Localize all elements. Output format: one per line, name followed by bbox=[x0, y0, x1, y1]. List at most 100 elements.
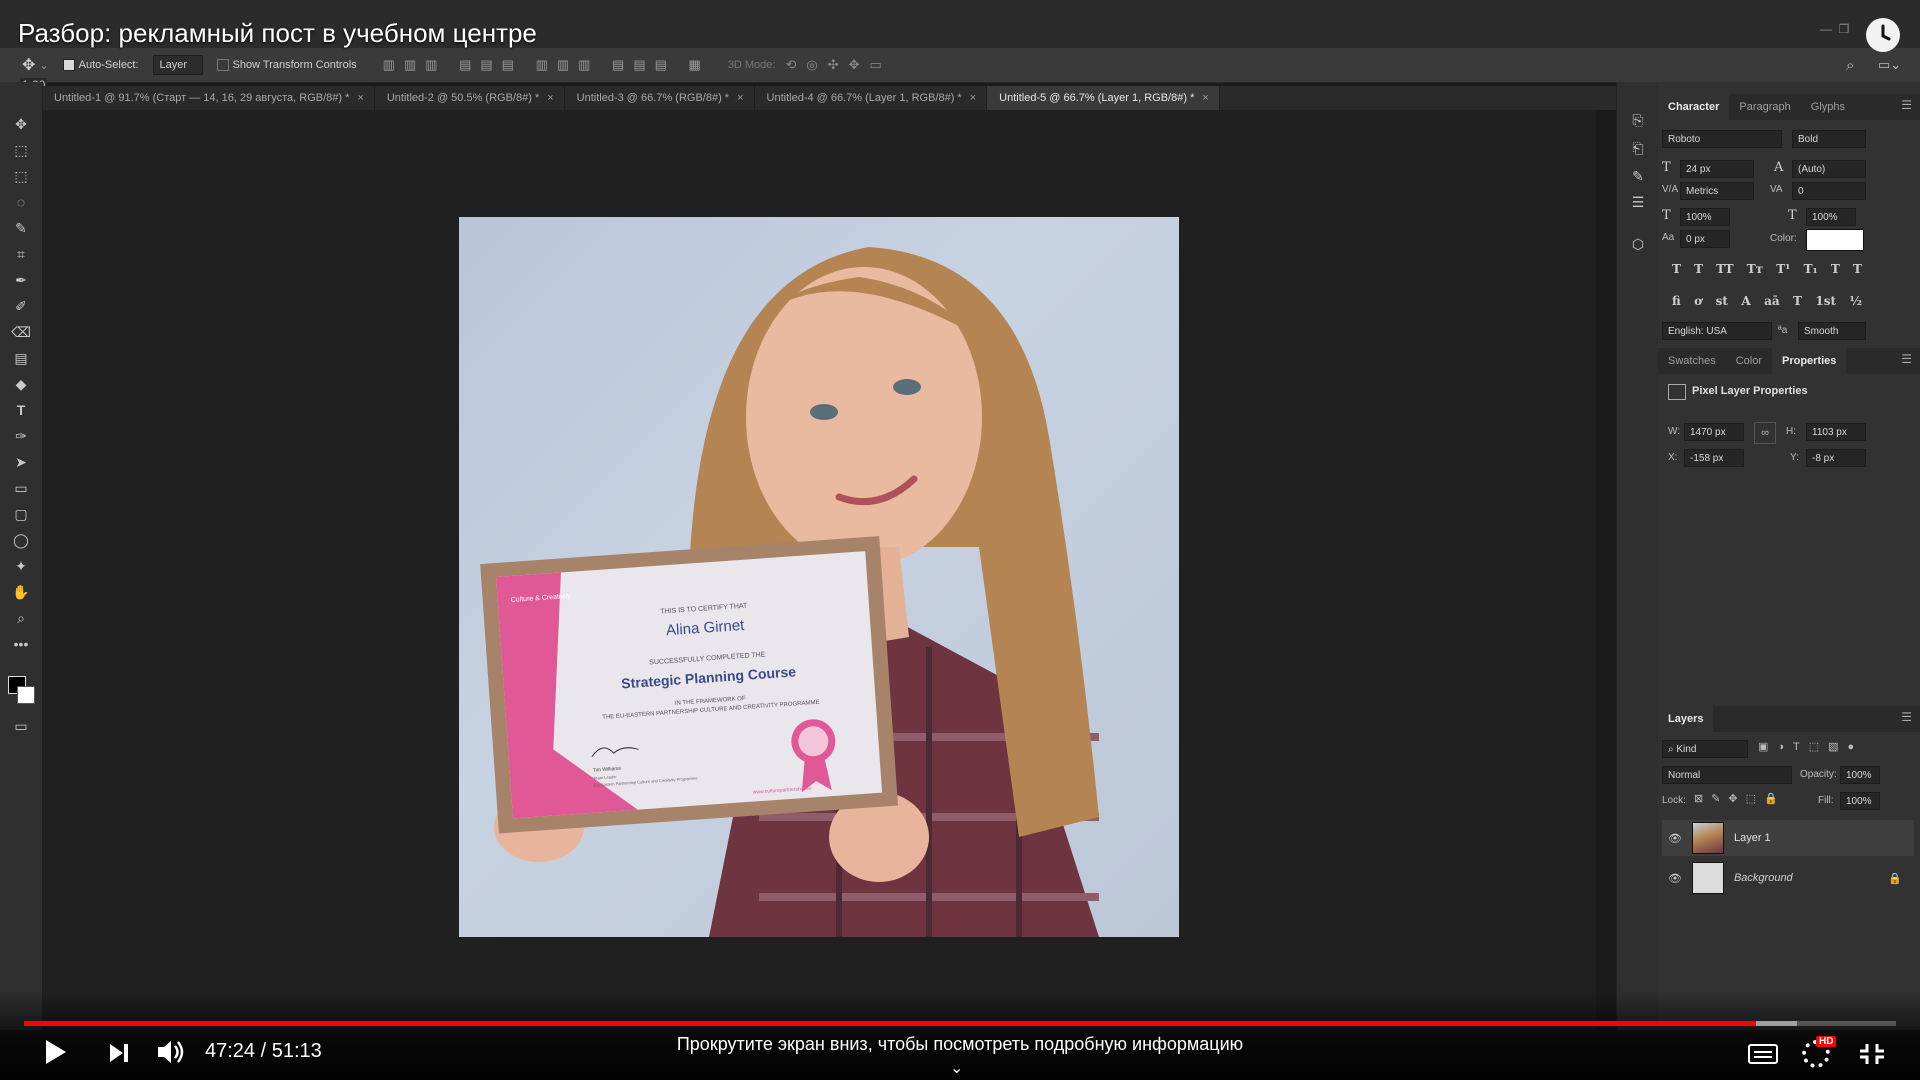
document-tab[interactable]: Untitled-3 @ 66.7% (RGB/8#) * × bbox=[565, 86, 755, 110]
tab-paragraph[interactable]: Paragraph bbox=[1729, 94, 1800, 120]
font-family-dropdown[interactable]: Roboto bbox=[1662, 130, 1782, 148]
gradient-tool-icon[interactable]: ▤ bbox=[9, 346, 33, 370]
opentype-button[interactable]: st bbox=[1716, 294, 1728, 308]
panel-menu-icon[interactable]: ☰ bbox=[1901, 710, 1912, 724]
width-field[interactable]: 1470 px bbox=[1684, 423, 1744, 441]
3d-mode-icons[interactable]: ⟲◎✣✥▭ bbox=[785, 57, 891, 73]
auto-select-dropdown[interactable]: Layer bbox=[152, 55, 203, 75]
move-tool-icon[interactable]: ✥ bbox=[9, 112, 33, 136]
rectangle-tool-icon[interactable]: ▭ bbox=[9, 476, 33, 500]
language-dropdown[interactable]: English: USA bbox=[1662, 322, 1772, 340]
type-style-button[interactable]: Tт bbox=[1747, 262, 1763, 276]
opentype-button[interactable]: ½ bbox=[1849, 294, 1862, 308]
text-color-swatch[interactable] bbox=[1806, 229, 1864, 251]
zoom-tool-icon[interactable]: ⌕ bbox=[9, 606, 33, 630]
eye-icon[interactable]: 👁 bbox=[1668, 872, 1682, 885]
type-style-button[interactable]: TT bbox=[1716, 262, 1733, 276]
align-buttons[interactable]: ▥▥▥ ▤▤▤ ▥▥▥ ▤▤▤ ▦ bbox=[383, 57, 710, 73]
close-icon[interactable]: × bbox=[737, 92, 743, 104]
watch-later-icon[interactable] bbox=[1866, 18, 1900, 52]
lock-icons[interactable]: ⊠✎✥⬚🔒 bbox=[1694, 792, 1786, 805]
window-controls[interactable]: — ❐ bbox=[1820, 22, 1849, 36]
background-color-swatch[interactable] bbox=[17, 686, 35, 704]
type-tool-icon[interactable]: T bbox=[9, 398, 33, 422]
eraser-tool-icon[interactable]: ⌫ bbox=[9, 320, 33, 344]
ellipse-tool-icon[interactable]: ◯ bbox=[9, 528, 33, 552]
tab-properties[interactable]: Properties bbox=[1772, 348, 1847, 374]
close-icon[interactable]: × bbox=[547, 92, 553, 104]
type-style-button[interactable]: T bbox=[1672, 262, 1681, 276]
paint-bucket-tool-icon[interactable]: ◆ bbox=[9, 372, 33, 396]
tracking-field[interactable]: 0 bbox=[1792, 182, 1866, 200]
auto-select-checkbox[interactable] bbox=[62, 59, 75, 71]
document-tab[interactable]: Untitled-5 @ 66.7% (Layer 1, RGB/8#) * × bbox=[987, 86, 1220, 110]
subtitles-icon[interactable] bbox=[1748, 1044, 1778, 1064]
fill-field[interactable]: 100% bbox=[1840, 792, 1880, 810]
screen-mode-icon[interactable]: ▭ bbox=[9, 714, 33, 738]
y-field[interactable]: -8 px bbox=[1806, 449, 1866, 467]
chevron-down-icon[interactable]: ⌄ bbox=[950, 1058, 963, 1078]
opentype-button[interactable]: ơ bbox=[1694, 294, 1702, 308]
type-style-button[interactable]: T bbox=[1694, 262, 1703, 276]
horizontal-scale-field[interactable]: 100% bbox=[1806, 208, 1856, 226]
close-icon[interactable]: × bbox=[357, 92, 363, 104]
lasso-tool-icon[interactable]: ◌ bbox=[9, 190, 33, 214]
type-style-button[interactable]: T¹ bbox=[1776, 262, 1790, 276]
path-select-tool-icon[interactable]: ➤ bbox=[9, 450, 33, 474]
tab-character[interactable]: Character bbox=[1658, 94, 1730, 120]
eyedropper-tool-icon[interactable]: ✒ bbox=[9, 268, 33, 292]
brush-panel-icon[interactable]: ✎ bbox=[1626, 164, 1650, 188]
opentype-button[interactable]: T bbox=[1793, 294, 1802, 308]
properties-panel-icon[interactable]: ⎗ bbox=[1626, 136, 1650, 160]
panel-menu-icon[interactable]: ☰ bbox=[1901, 352, 1912, 366]
opentype-button[interactable]: aā bbox=[1764, 294, 1780, 308]
document-tab[interactable]: Untitled-4 @ 66.7% (Layer 1, RGB/8#) * × bbox=[755, 86, 988, 110]
layer-row-background[interactable]: 👁 Background 🔒 bbox=[1662, 860, 1914, 896]
search-icon[interactable]: ⌕ bbox=[1846, 57, 1854, 74]
panel-menu-icon[interactable]: ☰ bbox=[1901, 98, 1912, 112]
font-size-field[interactable]: 24 px bbox=[1680, 160, 1754, 178]
close-icon[interactable]: × bbox=[970, 92, 976, 104]
kerning-field[interactable]: Metrics bbox=[1680, 182, 1754, 200]
pen-tool-icon[interactable]: ✑ bbox=[9, 424, 33, 448]
adjustments-panel-icon[interactable]: ☰ bbox=[1626, 190, 1650, 214]
tab-glyphs[interactable]: Glyphs bbox=[1801, 94, 1855, 120]
font-style-dropdown[interactable]: Bold bbox=[1792, 130, 1866, 148]
rounded-rect-tool-icon[interactable]: ▢ bbox=[9, 502, 33, 526]
custom-shape-tool-icon[interactable]: ✦ bbox=[9, 554, 33, 578]
history-panel-icon[interactable]: ⎘ bbox=[1626, 108, 1650, 132]
type-style-button[interactable]: T bbox=[1831, 262, 1840, 276]
opacity-field[interactable]: 100% bbox=[1840, 766, 1880, 784]
antialias-dropdown[interactable]: Smooth bbox=[1798, 322, 1866, 340]
photo-layer[interactable]: THIS IS TO CERTIFY THAT Alina Girnet SUC… bbox=[459, 217, 1179, 937]
baseline-shift-field[interactable]: 0 px bbox=[1680, 230, 1730, 248]
3d-panel-icon[interactable]: ⬡ bbox=[1626, 232, 1650, 256]
tab-layers[interactable]: Layers bbox=[1658, 706, 1714, 732]
tab-swatches[interactable]: Swatches bbox=[1658, 348, 1726, 374]
more-tools-icon[interactable]: ••• bbox=[9, 632, 33, 656]
show-transform-checkbox[interactable] bbox=[216, 59, 229, 71]
quick-select-tool-icon[interactable]: ✎ bbox=[9, 216, 33, 240]
close-icon[interactable]: × bbox=[1202, 92, 1208, 104]
marquee-tool-icon[interactable]: ⬚ bbox=[9, 164, 33, 188]
x-field[interactable]: -158 px bbox=[1684, 449, 1744, 467]
crop-tool-icon[interactable]: ⌗ bbox=[9, 242, 33, 266]
link-icon[interactable]: ∞ bbox=[1754, 422, 1776, 444]
document-tab[interactable]: Untitled-2 @ 50.5% (RGB/8#) * × bbox=[375, 86, 565, 110]
type-style-button[interactable]: T₁ bbox=[1804, 262, 1818, 276]
exit-fullscreen-icon[interactable] bbox=[1858, 1042, 1886, 1071]
workspace-icon[interactable]: ▭⌄ bbox=[1878, 57, 1901, 73]
opentype-button[interactable]: 1st bbox=[1815, 294, 1836, 308]
hand-tool-icon[interactable]: ✋ bbox=[9, 580, 33, 604]
brush-tool-icon[interactable]: ✐ bbox=[9, 294, 33, 318]
move-tool-icon[interactable]: ✥ bbox=[22, 55, 35, 75]
type-style-button[interactable]: T bbox=[1853, 262, 1862, 276]
vertical-scale-field[interactable]: 100% bbox=[1680, 208, 1730, 226]
video-title[interactable]: Разбор: рекламный пост в учебном центре bbox=[18, 18, 537, 49]
layer-filter-icons[interactable]: ▣◑T⬚▧● bbox=[1758, 740, 1863, 753]
opentype-button[interactable]: A bbox=[1741, 294, 1750, 308]
tab-color[interactable]: Color bbox=[1726, 348, 1772, 374]
leading-field[interactable]: (Auto) bbox=[1792, 160, 1866, 178]
document-tab[interactable]: Untitled-1 @ 91.7% (Старт — 14, 16, 29 а… bbox=[42, 86, 375, 110]
layer-filter-dropdown[interactable]: ⌕ Kind bbox=[1662, 740, 1748, 758]
